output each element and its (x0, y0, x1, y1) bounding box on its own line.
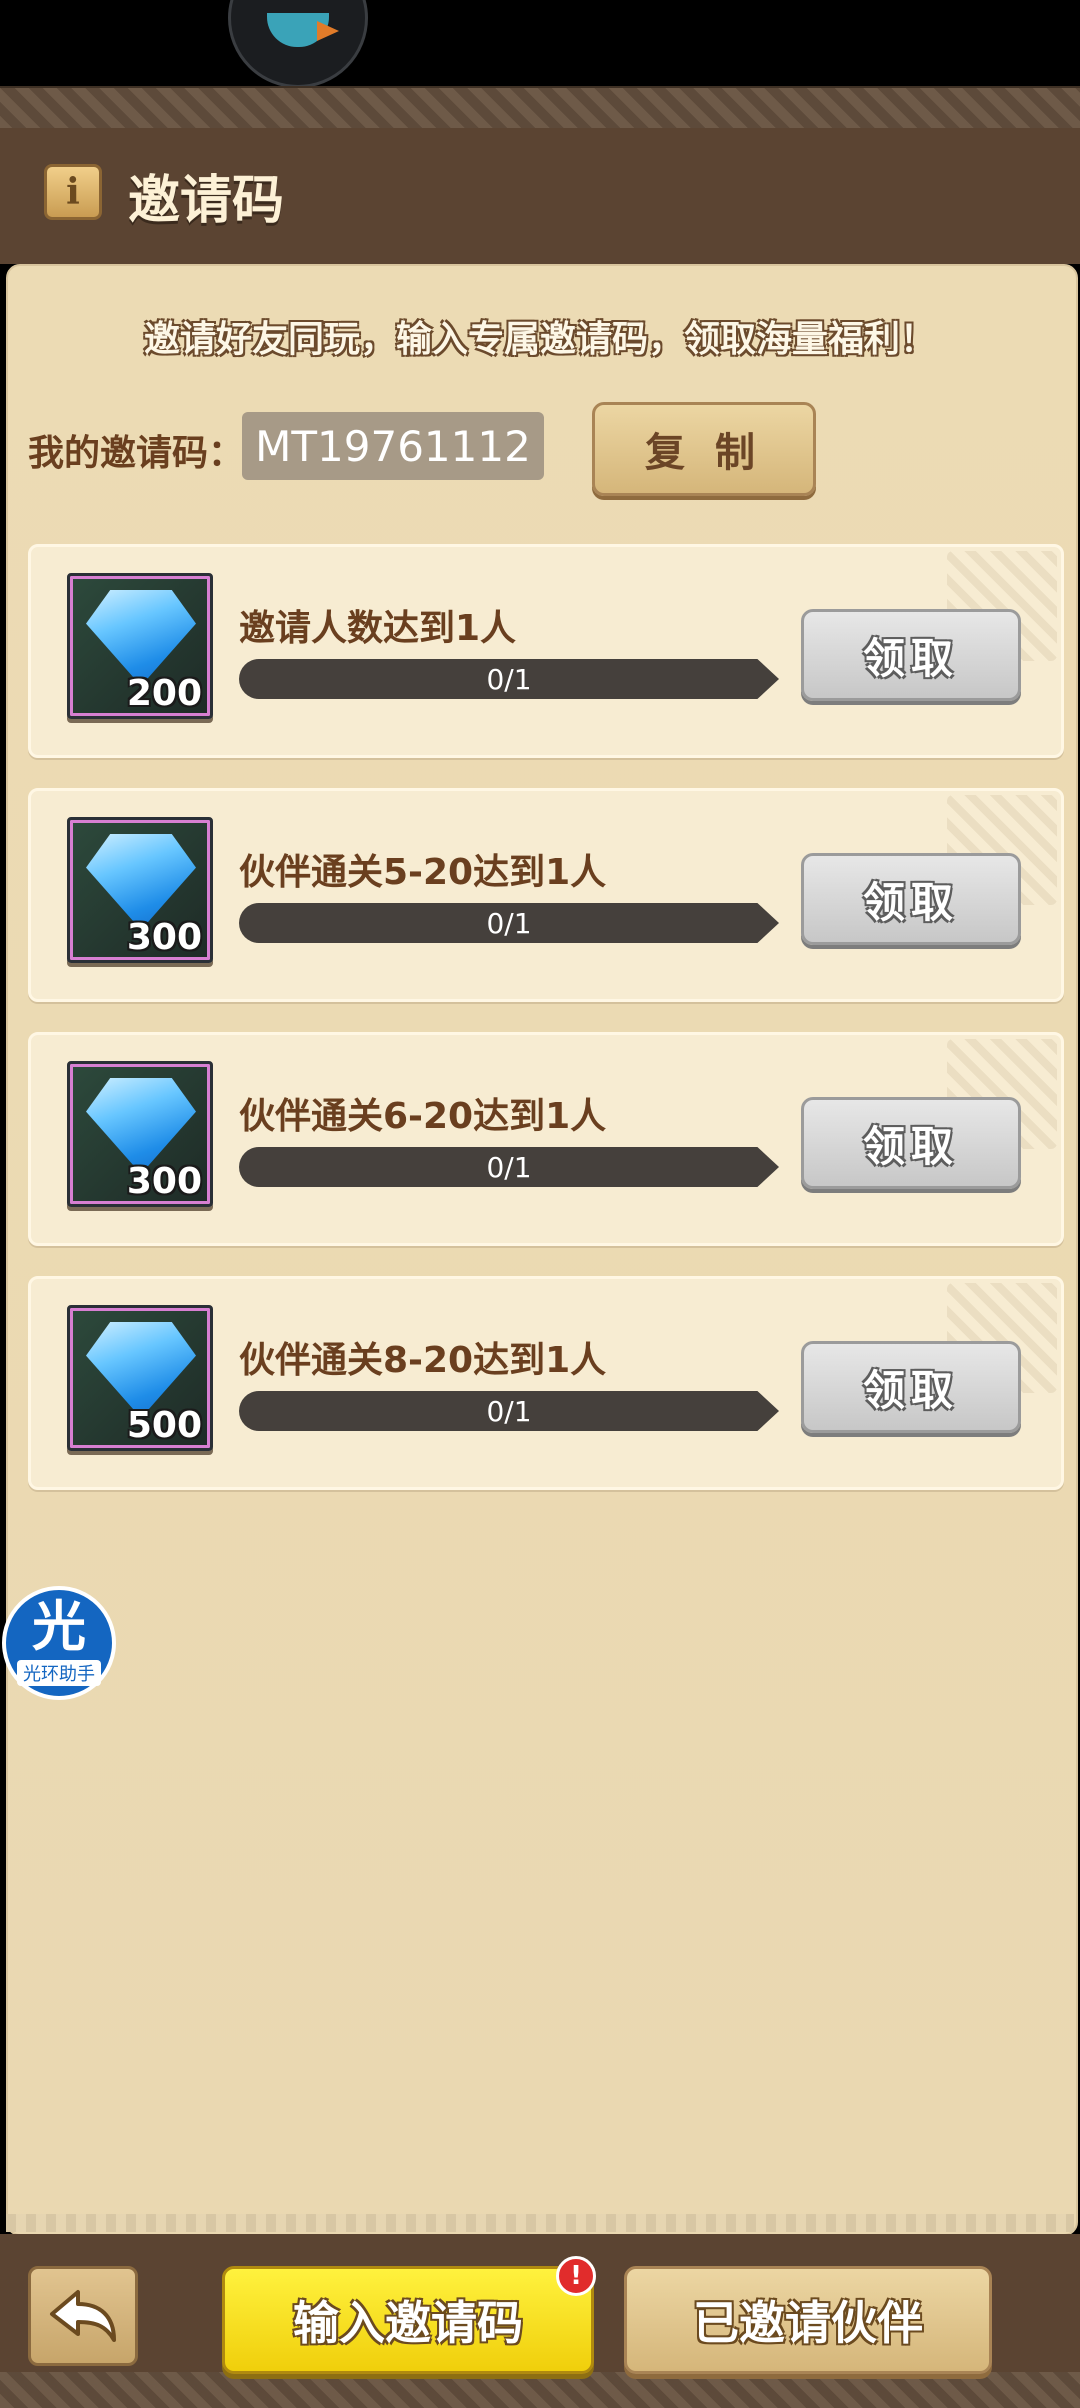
blue-gem-icon (86, 590, 196, 686)
reward-icon-frame: 500 (67, 1305, 213, 1451)
beak-icon (317, 21, 339, 41)
progress-bar: 0/1 (239, 1391, 779, 1431)
task-title: 伙伴通关5-20达到1人 (239, 852, 607, 893)
task-title: 伙伴通关8-20达到1人 (239, 1340, 607, 1381)
blue-gem-icon (86, 1322, 196, 1418)
promo-text: 邀请好友同玩，输入专属邀请码，领取海量福利！ (143, 319, 936, 360)
task-title: 伙伴通关6-20达到1人 (239, 1096, 607, 1137)
progress-text: 0/1 (486, 662, 532, 696)
blue-gem-icon (86, 1078, 196, 1174)
task-card: 200 邀请人数达到1人 0/1 领取 (28, 544, 1064, 758)
reward-icon-frame: 300 (67, 817, 213, 963)
panel-bottom-decoration (6, 2214, 1074, 2232)
progress-bar: 0/1 (239, 903, 779, 943)
task-card: 300 伙伴通关5-20达到1人 0/1 领取 (28, 788, 1064, 1002)
task-card: 500 伙伴通关8-20达到1人 0/1 领取 (28, 1276, 1064, 1490)
copy-button[interactable]: 复 制 (592, 402, 816, 496)
page-title: 邀请码 (128, 171, 285, 231)
task-card: 300 伙伴通关6-20达到1人 0/1 领取 (28, 1032, 1064, 1246)
reward-count: 500 (126, 1405, 202, 1446)
top-border-decoration (0, 86, 1080, 130)
invited-partners-button[interactable]: 已邀请伙伴 (624, 2266, 992, 2374)
progress-text: 0/1 (486, 1150, 532, 1184)
blue-gem-icon (86, 834, 196, 930)
enter-invite-code-button[interactable]: 输入邀请码 (222, 2266, 594, 2374)
progress-bar: 0/1 (239, 659, 779, 699)
reward-icon-frame: 300 (67, 1061, 213, 1207)
reward-count: 300 (126, 1161, 202, 1202)
helper-label: 光环助手 (17, 1660, 101, 1686)
invite-code-field: MT19761112 (242, 412, 544, 480)
reward-icon-frame: 200 (67, 573, 213, 719)
invite-code-label: 我的邀请码： (28, 433, 245, 474)
reward-count: 300 (126, 917, 202, 958)
helper-floating-button[interactable]: 光 光环助手 (2, 1586, 116, 1700)
task-title: 邀请人数达到1人 (239, 608, 517, 649)
progress-text: 0/1 (486, 906, 532, 940)
claim-button[interactable]: 领取 (801, 1341, 1021, 1433)
alert-badge: ! (556, 2256, 596, 2296)
claim-button[interactable]: 领取 (801, 853, 1021, 945)
info-icon[interactable]: i (44, 164, 102, 220)
back-button[interactable] (28, 2266, 138, 2366)
claim-button[interactable]: 领取 (801, 1097, 1021, 1189)
helper-logo-icon: 光 (32, 1595, 86, 1658)
top-black-area (0, 0, 1080, 86)
claim-button[interactable]: 领取 (801, 609, 1021, 701)
progress-text: 0/1 (486, 1394, 532, 1428)
back-arrow-icon (50, 2290, 116, 2342)
bottom-border-decoration (0, 2372, 1080, 2408)
reward-count: 200 (126, 673, 202, 714)
progress-bar: 0/1 (239, 1147, 779, 1187)
